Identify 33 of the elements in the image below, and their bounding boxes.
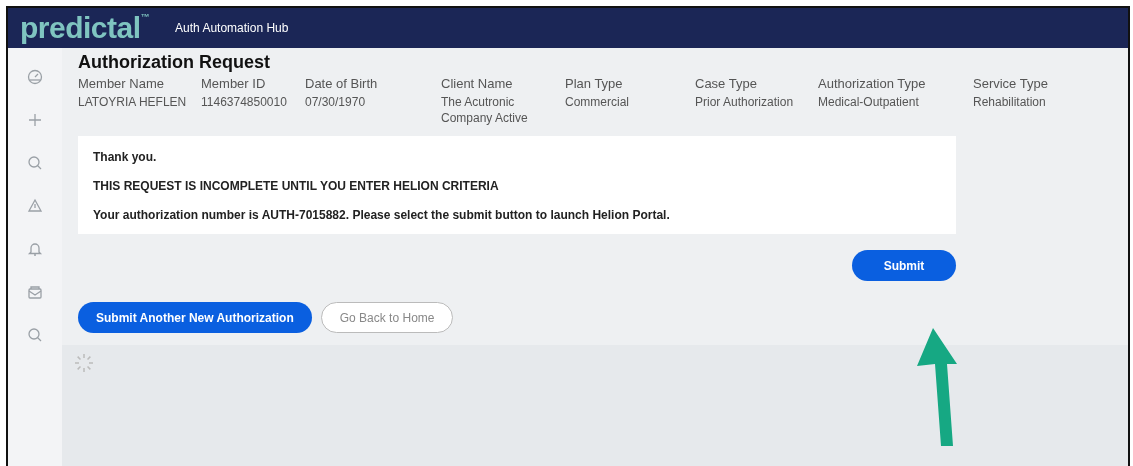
field-label: Client Name (441, 76, 514, 91)
page-title: Authorization Request (78, 52, 271, 73)
field-value: The Acutronic Company Active (441, 94, 529, 126)
loading-spinner-icon (74, 353, 94, 373)
plus-icon[interactable] (26, 111, 44, 129)
app-title: Auth Automation Hub (175, 21, 289, 35)
field-label: Member ID (201, 76, 267, 91)
field-label: Authorization Type (818, 76, 927, 91)
logo: predictal$^{™}$ (20, 13, 150, 43)
field-value: Rehabilitation (973, 94, 1047, 110)
field-label: Service Type (973, 76, 1049, 91)
home-button[interactable]: Go Back to Home (320, 302, 454, 333)
message-text: Thank you. (93, 150, 158, 164)
field-value: 1146374850010 (201, 94, 288, 110)
gauge-icon[interactable] (26, 68, 44, 86)
field-label: Plan Type (565, 76, 624, 91)
search-icon[interactable] (26, 326, 44, 344)
inbox-icon[interactable] (26, 283, 44, 301)
field-value: Commercial (565, 94, 630, 110)
new-authorization-button[interactable]: Submit Another New Authorization (78, 302, 312, 333)
field-value: Medical-Outpatient (818, 94, 920, 110)
submit-button[interactable]: Submit (852, 250, 956, 281)
field-value: 07/30/1970 (305, 94, 367, 110)
warning-icon[interactable] (26, 197, 44, 215)
bell-icon[interactable] (26, 240, 44, 258)
message-text: THIS REQUEST IS INCOMPLETE UNTIL YOU ENTER HELION CRITERIA (93, 179, 500, 193)
message-text: Your authorization number is AUTH-7015882. Please select the submit button to launch Helion Portal. (93, 208, 671, 222)
field-value: LATOYRIA HEFLEN (78, 94, 188, 110)
field-label: Case Type (695, 76, 758, 91)
search-icon[interactable] (26, 154, 44, 172)
field-label: Date of Birth (305, 76, 379, 91)
field-value: Prior Authorization (695, 94, 795, 110)
field-label: Member Name (78, 76, 165, 91)
